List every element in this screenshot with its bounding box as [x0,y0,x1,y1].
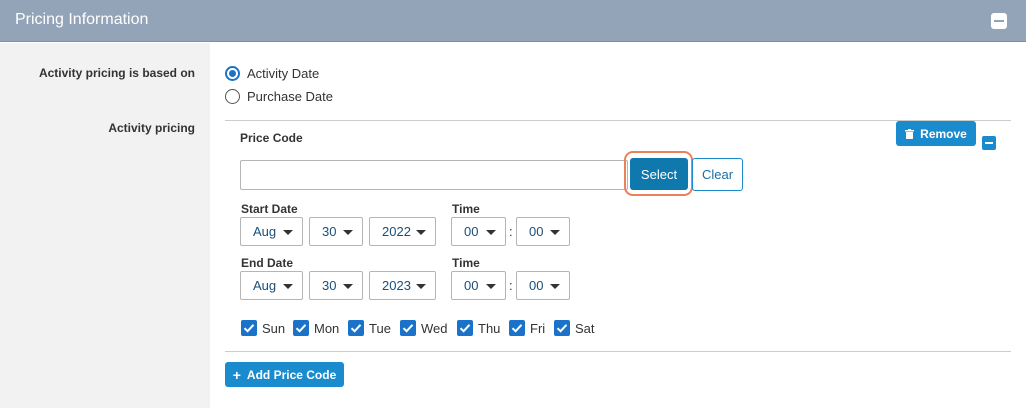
radio-activity-date[interactable]: Activity Date [225,66,319,81]
caret-down-icon [416,284,426,289]
caret-down-icon [416,230,426,235]
day-label: Tue [369,320,391,336]
start-month-select[interactable]: Aug [240,217,303,246]
end-day-value: 30 [322,278,337,293]
day-checkbox-wed[interactable]: Wed [400,320,448,336]
day-checkbox-fri[interactable]: Fri [509,320,545,336]
start-minute-value: 00 [529,224,544,239]
radio-purchase-date[interactable]: Purchase Date [225,89,333,104]
checkmark-icon [459,324,471,333]
time-separator: : [509,278,513,293]
checkmark-icon [402,324,414,333]
checkmark-icon [350,324,362,333]
time-separator: : [509,224,513,239]
day-checkbox-tue[interactable]: Tue [348,320,391,336]
label-column: Activity pricing is based on Activity pr… [0,43,210,408]
caret-down-icon [486,230,496,235]
trash-icon [905,128,915,139]
select-button[interactable]: Select [630,158,688,190]
divider [225,120,1011,121]
radio-label: Purchase Date [247,89,333,104]
day-checkbox-mon[interactable]: Mon [293,320,339,336]
clear-button[interactable]: Clear [692,158,743,191]
collapse-price-code-icon[interactable] [982,136,996,150]
end-minute-select[interactable]: 00 [516,271,570,300]
plus-icon: + [232,366,241,383]
start-date-label: Start Date [241,202,298,216]
checkbox[interactable] [400,320,416,336]
checkmark-icon [511,324,523,333]
divider [225,351,1011,352]
day-checkbox-sun[interactable]: Sun [241,320,285,336]
checkbox[interactable] [509,320,525,336]
radio-label: Activity Date [247,66,320,81]
day-label: Sat [575,320,595,336]
caret-down-icon [343,284,353,289]
checkbox[interactable] [554,320,570,336]
caret-down-icon [550,284,560,289]
end-year-value: 2023 [382,278,411,293]
day-checkbox-sat[interactable]: Sat [554,320,595,336]
checkbox[interactable] [241,320,257,336]
price-code-label: Price Code [240,131,303,145]
remove-button-label: Remove [920,126,967,141]
radio-button[interactable] [225,89,240,104]
radio-button[interactable] [225,66,240,81]
end-hour-value: 00 [464,278,479,293]
checkbox[interactable] [457,320,473,336]
pricing-basis-label: Activity pricing is based on [38,66,195,80]
day-checkbox-thu[interactable]: Thu [457,320,500,336]
start-year-value: 2022 [382,224,411,239]
start-day-select[interactable]: 30 [309,217,363,246]
add-price-code-button[interactable]: + Add Price Code [225,362,344,387]
panel-header: Pricing Information [0,0,1026,42]
start-hour-value: 00 [464,224,479,239]
start-minute-select[interactable]: 00 [516,217,570,246]
caret-down-icon [283,284,293,289]
checkmark-icon [556,324,568,333]
end-time-label: Time [452,256,480,270]
price-code-input[interactable] [240,160,628,190]
remove-button[interactable]: Remove [896,121,976,146]
start-hour-select[interactable]: 00 [451,217,506,246]
add-price-code-label: Add Price Code [246,367,337,382]
activity-pricing-label: Activity pricing [108,121,195,135]
end-year-select[interactable]: 2023 [369,271,436,300]
caret-down-icon [550,230,560,235]
panel-title: Pricing Information [15,11,149,28]
checkbox[interactable] [293,320,309,336]
end-day-select[interactable]: 30 [309,271,363,300]
checkmark-icon [295,324,307,333]
checkbox[interactable] [348,320,364,336]
day-label: Wed [421,320,448,336]
day-label: Fri [530,320,546,336]
start-year-select[interactable]: 2022 [369,217,436,246]
end-minute-value: 00 [529,278,544,293]
end-date-label: End Date [241,256,294,270]
start-day-value: 30 [322,224,337,239]
start-month-value: Aug [253,224,277,239]
checkmark-icon [243,324,255,333]
caret-down-icon [343,230,353,235]
caret-down-icon [486,284,496,289]
caret-down-icon [283,230,293,235]
end-month-select[interactable]: Aug [240,271,303,300]
start-time-label: Time [452,202,480,216]
day-label: Sun [262,320,286,336]
day-label: Mon [314,320,340,336]
collapse-panel-icon[interactable] [991,13,1007,29]
end-month-value: Aug [253,278,277,293]
end-hour-select[interactable]: 00 [451,271,506,300]
day-label: Thu [478,320,501,336]
